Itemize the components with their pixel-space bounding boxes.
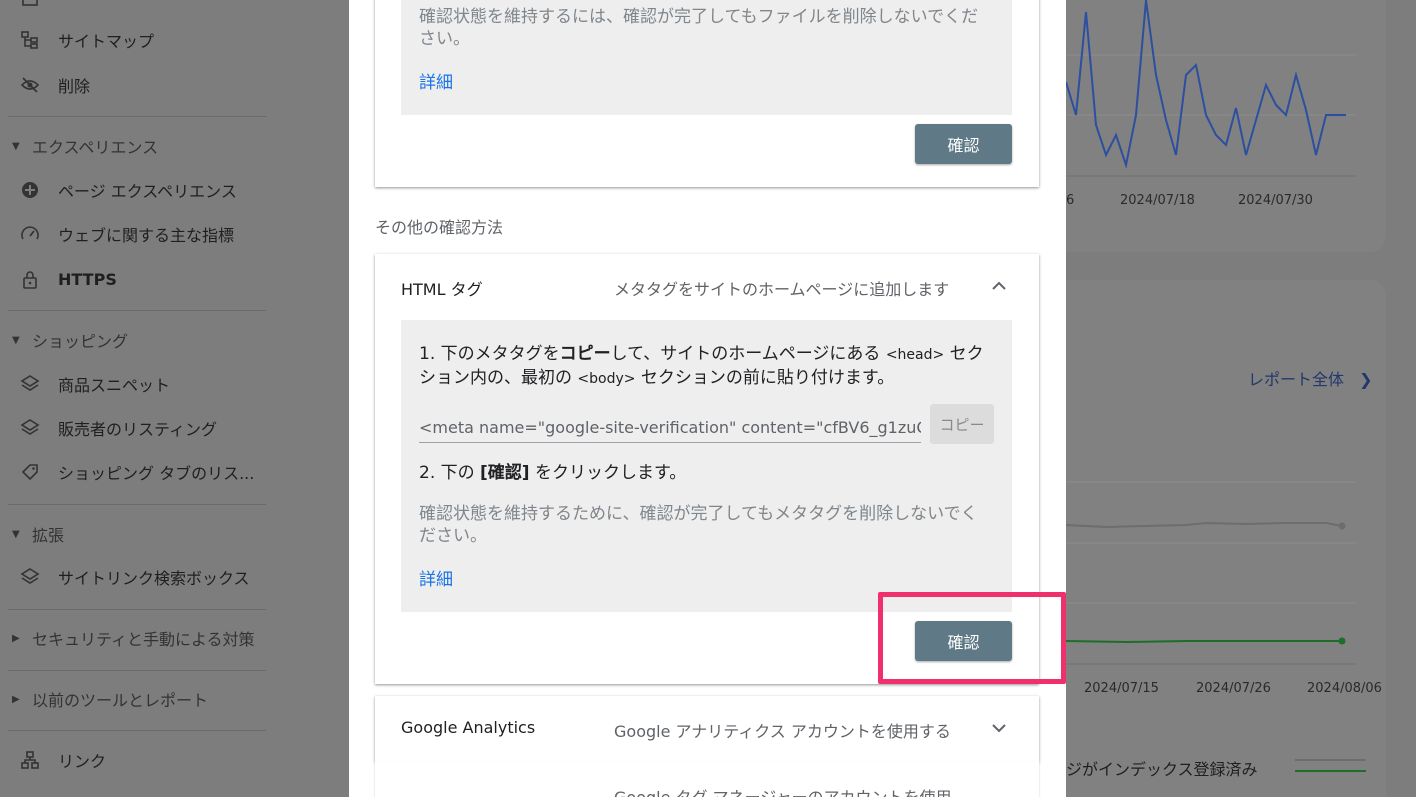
sidebar-item-label: リンク [58, 752, 107, 771]
divider [8, 504, 266, 505]
chart-tick: 2024/07/15 [1084, 681, 1159, 696]
caret-down-icon: ▼ [12, 528, 20, 540]
step-2-text: 2. 下の [確認] をクリックします。 [419, 462, 999, 485]
method-description: メタタグをサイトのホームページに追加します [614, 280, 950, 299]
layers-icon [20, 374, 40, 394]
divider [8, 310, 266, 311]
sidebar-item-label: 削除 [58, 77, 91, 96]
divider [8, 670, 266, 671]
step-1-prefix: 1. 下のメタタグを [419, 344, 560, 364]
method-description: Google タグ マネージャーのアカウントを使用 [614, 784, 951, 797]
chevron-down-icon[interactable] [989, 718, 1009, 738]
step-1-text: 1. 下のメタタグをコピーして、サイトのホームページにある <head> セクシ… [419, 343, 999, 391]
sidebar-item-merchant-listings[interactable]: 販売者のリスティング [20, 413, 217, 443]
section-header-shopping[interactable]: ▼ ショッピング [12, 328, 128, 352]
full-report-link[interactable]: レポート全体 ❯ [1248, 366, 1373, 390]
chevron-up-icon[interactable] [989, 276, 1009, 296]
copy-button[interactable]: コピー [930, 404, 994, 444]
details-link[interactable]: 詳細 [419, 68, 453, 93]
section-label: エクスペリエンス [32, 138, 159, 157]
keep-meta-note: 確認状態を維持するために、確認が完了してもメタタグを削除しないでください。 [419, 504, 978, 546]
sidebar-item-core-web-vitals[interactable]: ウェブに関する主な指標 [20, 219, 234, 249]
step-1-suffix: セクションの前に貼り付けます。 [635, 368, 895, 388]
sidebar-item-label: HTTPS [58, 269, 117, 289]
caret-down-icon: ▼ [12, 140, 20, 152]
divider [8, 609, 266, 610]
sidebar: サイトマップ 削除 ▼ エクスペリエンス ページ エクスペリエンス ウェブに関す… [0, 0, 300, 797]
method-name: Google Analytics [401, 718, 536, 737]
step-2-prefix: 2. 下の [419, 463, 481, 483]
caret-right-icon: ▶ [12, 632, 20, 644]
divider [8, 730, 266, 731]
sidebar-item-product-snippets[interactable]: 商品スニペット [20, 369, 170, 399]
sidebar-item-label: サイトマップ [58, 32, 155, 51]
chart-tick: 2024/08/06 [1307, 681, 1382, 696]
step-2-bold: [確認] [480, 463, 530, 483]
sidebar-item-page-experience[interactable]: ページ エクスペリエンス [20, 175, 237, 205]
body-code: <body> [577, 371, 636, 387]
tag-manager-method-card[interactable]: Google タグ マネージャーのアカウントを使用 [375, 762, 1039, 797]
chart-tick: 2024/07/30 [1238, 193, 1313, 208]
links-icon [20, 750, 40, 770]
layers-icon [20, 418, 40, 438]
sidebar-item-https[interactable]: HTTPS [20, 264, 117, 294]
chart-tick: 2024/07/18 [1120, 193, 1195, 208]
sidebar-item-removals[interactable]: 削除 [20, 70, 90, 100]
section-label: 拡張 [32, 526, 65, 545]
meta-tag-field[interactable] [419, 417, 921, 443]
method-name: HTML タグ [401, 280, 483, 299]
section-label: 以前のツールとレポート [32, 691, 209, 710]
step-1-mid: して、サイトのホームページにある [610, 344, 886, 364]
sidebar-item-label: ページ エクスペリエンス [58, 182, 237, 201]
other-methods-heading: その他の確認方法 [375, 218, 504, 237]
generic-icon [20, 0, 40, 17]
sidebar-item-label: サイトリンク検索ボックス [58, 569, 250, 588]
sidebar-item-label: 販売者のリスティング [58, 420, 218, 439]
gauge-icon [20, 224, 40, 244]
layers-icon [20, 567, 40, 587]
step-2-suffix: をクリックします。 [529, 463, 687, 483]
html-tag-header[interactable]: HTML タグ メタタグをサイトのホームページに追加します [375, 254, 1039, 318]
lock-icon [20, 269, 40, 289]
sidebar-item-partial[interactable] [20, 0, 58, 22]
indexed-pages-legend: ジがインデックス登録済み [1066, 760, 1258, 779]
section-header-experience[interactable]: ▼ エクスペリエンス [12, 134, 158, 158]
method-description: Google アナリティクス アカウントを使用する [614, 722, 951, 741]
google-analytics-method-card[interactable]: Google Analytics Google アナリティクス アカウントを使用… [375, 696, 1039, 762]
tag-icon [20, 462, 40, 482]
chart-tick: 2024/07/26 [1196, 681, 1271, 696]
details-link[interactable]: 詳細 [419, 565, 453, 590]
step-1-bold: コピー [559, 344, 611, 364]
sidebar-item-links[interactable]: リンク [20, 745, 106, 775]
removal-eye-off-icon [20, 75, 40, 95]
sidebar-item-label: 商品スニペット [58, 376, 171, 395]
instructions-box: 確認状態を維持するには、確認が完了してもファイルを削除しないでください。 詳細 [401, 0, 1012, 115]
sidebar-item-label: ショッピング タブのリス... [58, 464, 255, 483]
section-label: セキュリティと手動による対策 [32, 630, 255, 649]
section-header-legacy-tools[interactable]: ▶ 以前のツールとレポート [12, 687, 208, 711]
section-label: ショッピング [32, 332, 129, 351]
chart-tick: 6 [1066, 193, 1075, 208]
keep-file-note: 確認状態を維持するには、確認が完了してもファイルを削除しないでください。 [419, 7, 979, 49]
instructions-box: 1. 下のメタタグをコピーして、サイトのホームページにある <head> セクシ… [401, 320, 1012, 612]
sidebar-item-sitelinks-searchbox[interactable]: サイトリンク検索ボックス [20, 562, 250, 592]
html-file-method-card: 確認状態を維持するには、確認が完了してもファイルを削除しないでください。 詳細 … [375, 0, 1039, 187]
highlight-box [878, 592, 1066, 684]
section-header-security[interactable]: ▶ セキュリティと手動による対策 [12, 626, 255, 650]
caret-right-icon: ▶ [12, 693, 20, 705]
sidebar-item-sitemap[interactable]: サイトマップ [20, 25, 154, 55]
confirm-button[interactable]: 確認 [915, 124, 1012, 164]
chevron-right-icon: ❯ [1359, 370, 1373, 389]
caret-down-icon: ▼ [12, 334, 20, 346]
sitemap-icon [20, 30, 40, 50]
sidebar-item-shopping-tab[interactable]: ショッピング タブのリス... [20, 457, 254, 487]
section-header-enhancements[interactable]: ▼ 拡張 [12, 522, 64, 546]
sidebar-item-label: ウェブに関する主な指標 [58, 226, 235, 245]
divider [8, 116, 266, 117]
full-report-label: レポート全体 [1248, 370, 1345, 389]
plus-circle-icon [20, 180, 40, 200]
head-code: <head> [885, 347, 945, 363]
background-charts [1066, 0, 1366, 772]
